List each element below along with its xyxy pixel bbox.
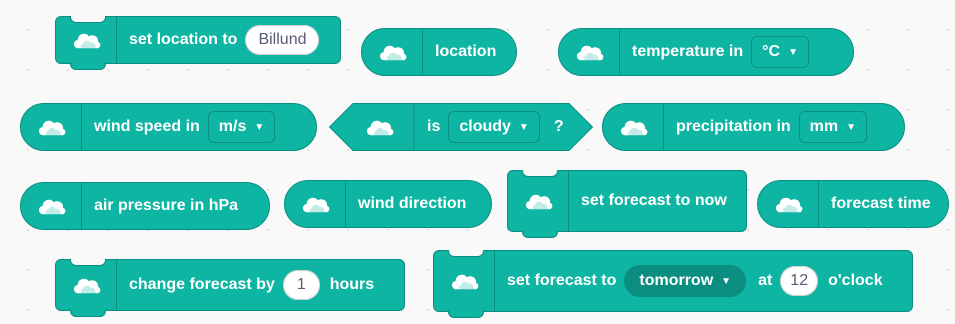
set-location-block[interactable]: set location to Billund [55,16,341,70]
set-forecast-now-block[interactable]: set forecast to now [507,170,747,238]
set-forecast-to-label: set forecast to [507,272,617,289]
caret-down-icon: ▼ [721,275,732,287]
location-reporter[interactable]: location [361,28,517,76]
cloud-icon [21,104,82,150]
cloud-icon [559,29,620,75]
air-pressure-label: air pressure in hPa [94,197,239,214]
wind-speed-unit-dropdown[interactable]: m/s ▼ [207,111,276,143]
temperature-unit-value: °C [762,43,781,60]
question-mark: ? [553,118,564,135]
precipitation-label: precipitation in [676,118,791,135]
set-location-label: set location to [129,31,238,48]
cloud-icon [603,104,664,150]
cloud-icon [508,171,569,231]
precipitation-reporter[interactable]: precipitation in mm ▼ [602,103,905,151]
location-label: location [435,43,497,60]
cloud-icon [362,29,423,75]
hours-input[interactable]: 1 [282,270,320,300]
cloud-icon [329,103,415,151]
air-pressure-reporter[interactable]: air pressure in hPa [20,182,270,230]
forecast-day-dropdown[interactable]: tomorrow ▼ [624,265,747,297]
caret-down-icon: ▼ [254,121,265,133]
change-forecast-label: change forecast by [129,276,275,293]
forecast-time-reporter[interactable]: forecast time [757,180,949,228]
temperature-reporter[interactable]: temperature in °C ▼ [558,28,854,76]
weather-condition-dropdown[interactable]: cloudy ▼ [448,111,540,143]
temperature-label: temperature in [632,43,744,60]
wind-direction-label: wind direction [358,195,467,212]
cloud-icon [758,181,819,227]
hour-input[interactable]: 12 [780,266,819,296]
change-forecast-block[interactable]: change forecast by 1 hours [55,259,405,317]
wind-speed-label: wind speed in [94,118,200,135]
cloud-icon [434,251,495,311]
cloud-icon [56,17,117,63]
cloud-icon [285,181,346,227]
location-input[interactable]: Billund [245,25,320,55]
wind-speed-unit-value: m/s [218,118,247,135]
forecast-time-label: forecast time [831,195,931,212]
at-label: at [758,272,773,289]
caret-down-icon: ▼ [518,121,529,133]
caret-down-icon: ▼ [846,121,857,133]
weather-condition-value: cloudy [459,118,511,135]
set-forecast-now-label: set forecast to now [581,192,727,209]
cloud-icon [56,260,117,310]
precipitation-unit-dropdown[interactable]: mm ▼ [798,111,868,143]
hours-label: hours [329,276,375,293]
caret-down-icon: ▼ [788,46,798,58]
is-label: is [427,118,441,135]
is-cloudy-boolean[interactable]: is cloudy ▼ ? [329,103,593,151]
wind-direction-reporter[interactable]: wind direction [284,180,492,228]
cloud-icon [21,183,82,229]
wind-speed-reporter[interactable]: wind speed in m/s ▼ [20,103,317,151]
temperature-unit-dropdown[interactable]: °C ▼ [751,36,809,68]
set-forecast-to-block[interactable]: set forecast to tomorrow ▼ at 12 o'clock [433,250,913,318]
oclock-label: o'clock [828,272,883,289]
precipitation-unit-value: mm [809,118,839,135]
forecast-day-value: tomorrow [639,272,714,289]
